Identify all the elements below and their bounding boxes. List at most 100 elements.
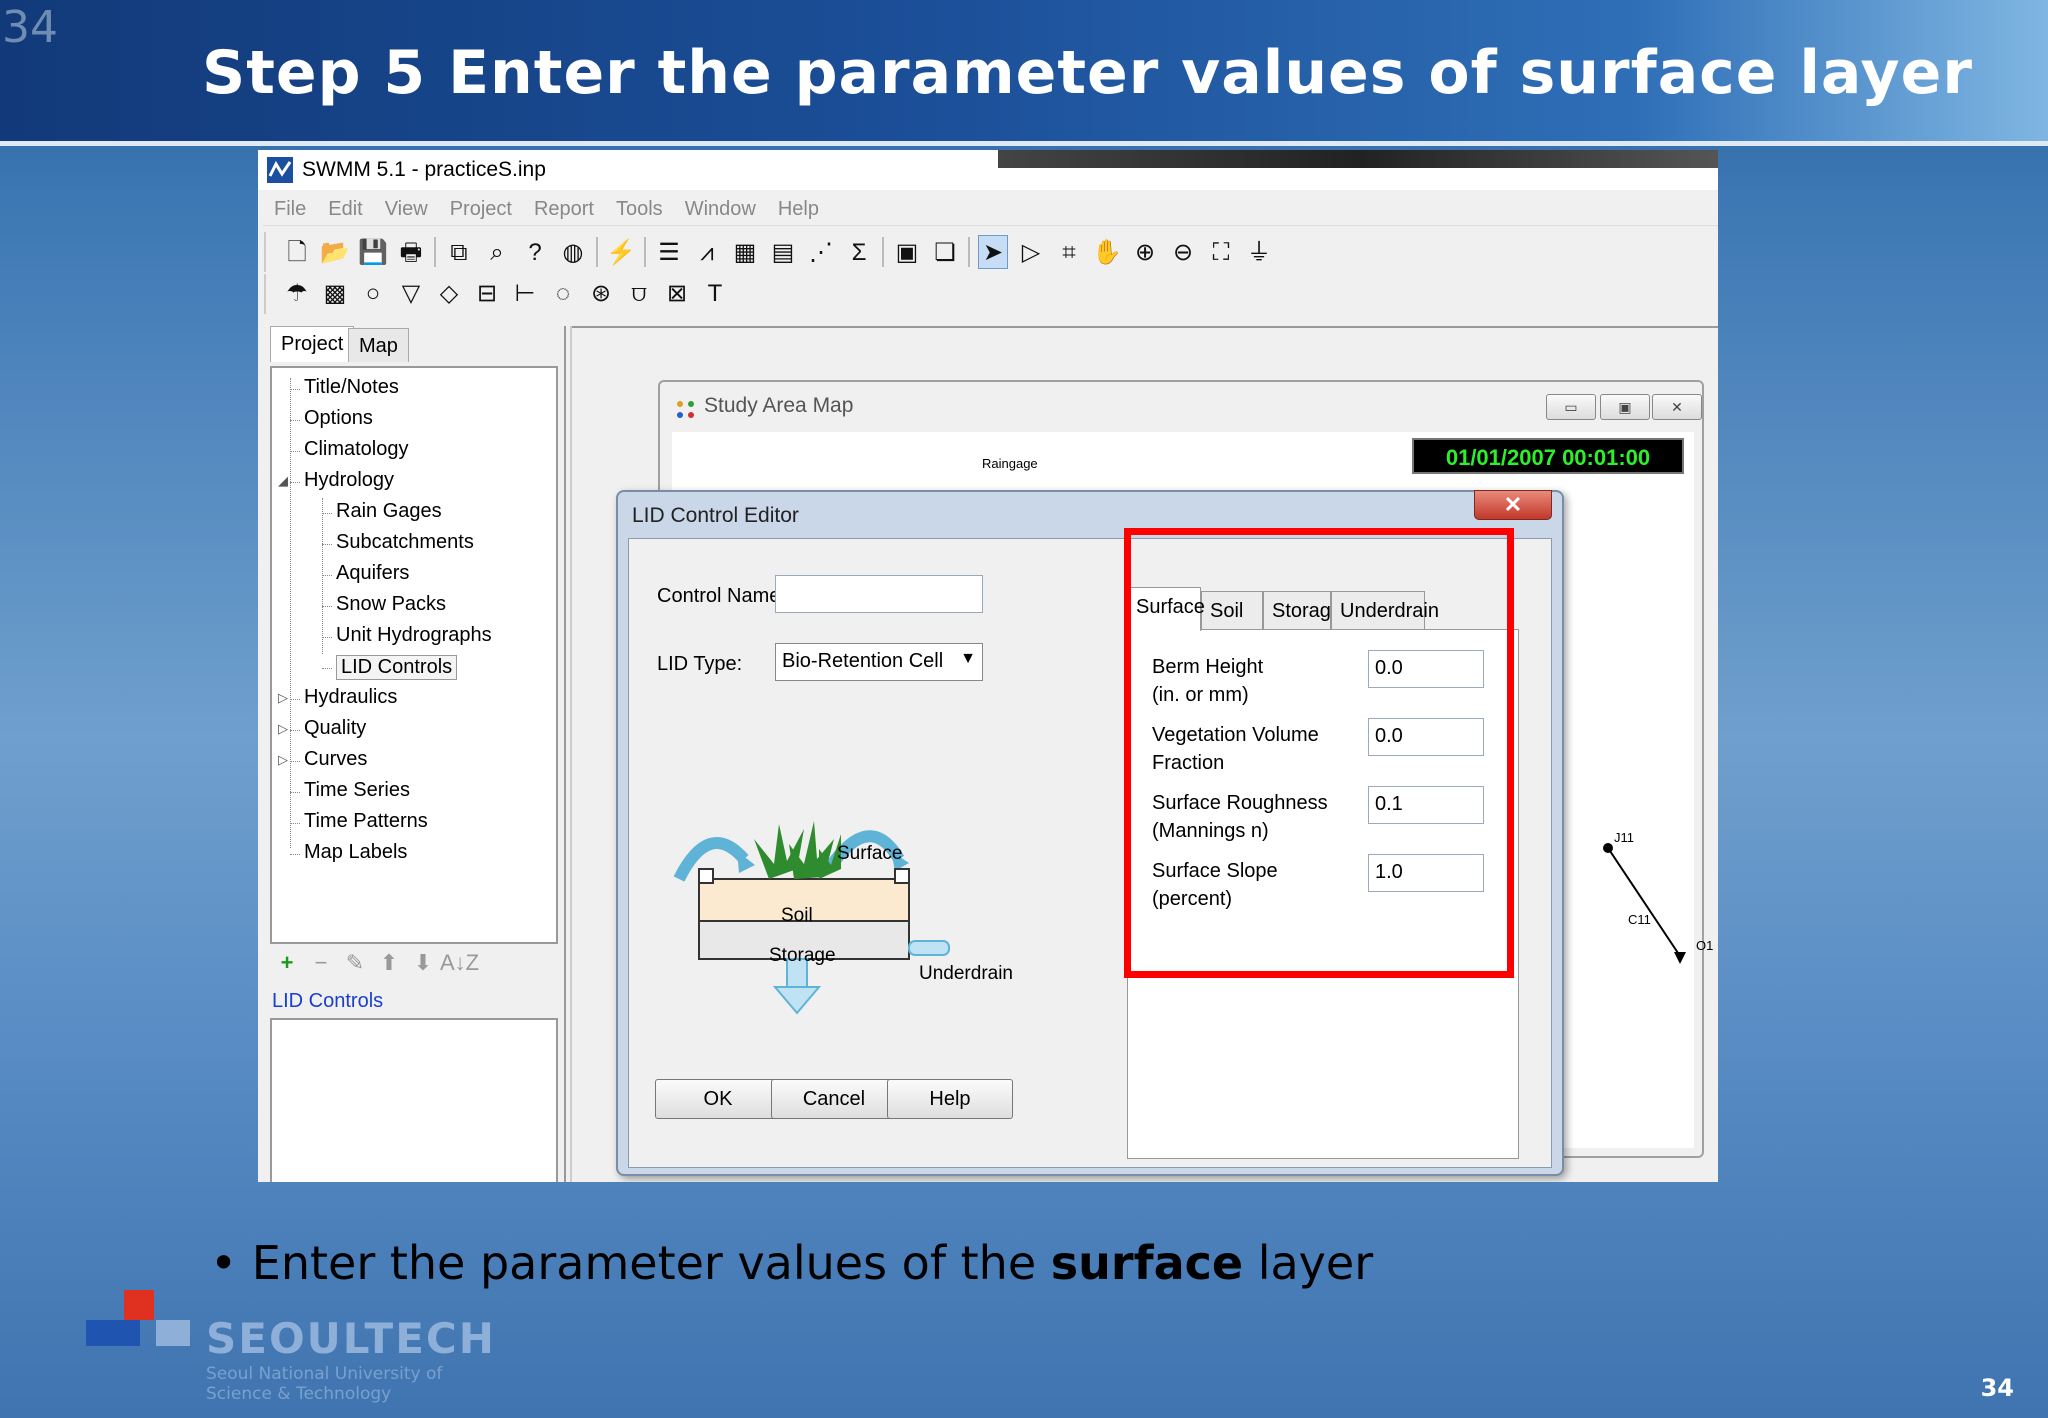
tree-item-map-labels[interactable]: Map Labels [304,841,407,864]
project-tree: Title/Notes Options Climatology Hydrology ◢ R… [270,366,558,944]
menu-file[interactable]: File [263,192,317,221]
menu-project[interactable]: Project [439,192,523,221]
close-map-button[interactable]: ✕ [1652,394,1702,420]
table-icon[interactable]: ▤ [768,236,798,270]
tab-project[interactable]: Project [270,326,355,362]
tree-item-rain-gages[interactable]: Rain Gages [336,500,442,523]
add-icon[interactable]: + [270,950,304,976]
tree-item-lid-controls[interactable]: LID Controls [336,655,458,680]
restore-icon: ▣ [1618,399,1632,415]
move-up-icon[interactable]: ⬆ [372,950,406,976]
tree-item-curves[interactable]: Curves [304,748,367,771]
storage-icon[interactable]: ⊟ [472,277,502,311]
menu-report[interactable]: Report [523,192,605,221]
expand-icon[interactable]: ▷ [278,752,288,768]
move-down-icon[interactable]: ⬇ [406,950,440,976]
tree-item-time-patterns[interactable]: Time Patterns [304,810,428,833]
divider-icon[interactable]: ◇ [434,277,464,311]
pump-icon[interactable]: ◌ [548,277,578,311]
globe-icon[interactable]: ◍ [558,236,588,270]
zoom-out-icon[interactable]: ⊖ [1168,236,1198,270]
menu-bar: File Edit View Project Report Tools Window Help [263,192,1718,226]
menu-view[interactable]: View [374,192,439,221]
tree-item-snow-packs[interactable]: Snow Packs [336,593,446,616]
full-extent-icon[interactable]: ⛶ [1206,236,1236,270]
tree-item-subcatchments[interactable]: Subcatchments [336,531,474,554]
label-icon[interactable]: T [700,277,730,311]
outlet-icon[interactable]: ⊠ [662,277,692,311]
tree-item-climatology[interactable]: Climatology [304,438,408,461]
conduit-line[interactable] [1607,847,1681,957]
dialog-close-button[interactable]: ✕ [1474,490,1552,520]
raingage-icon[interactable]: ☂ [282,277,312,311]
lid-type-value: Bio-Retention Cell [782,650,944,672]
logo-sub-line2: Science & Technology [206,1384,392,1404]
ok-button[interactable]: OK [655,1079,781,1119]
vertex-icon[interactable]: ▷ [1016,236,1046,270]
expand-icon[interactable]: ▷ [278,690,288,706]
menu-edit[interactable]: Edit [317,192,373,221]
measure-icon[interactable]: ⏚ [1244,236,1274,270]
control-name-input[interactable] [775,575,983,613]
tree-connector [322,668,332,669]
sort-icon[interactable]: A↓Z [440,950,479,976]
open-icon[interactable]: 📂 [320,236,350,270]
tree-item-title-notes[interactable]: Title/Notes [304,376,399,399]
help-button[interactable]: Help [887,1079,1013,1119]
tree-item-unit-hydrographs[interactable]: Unit Hydrographs [336,624,492,647]
junction-icon[interactable]: ○ [358,277,388,311]
page-number: 34 [1980,1374,2014,1402]
minimize-button[interactable]: ▭ [1546,394,1596,420]
titlebar-overlap [998,150,1718,168]
tree-connector [290,792,300,793]
edit-icon[interactable]: ✎ [338,950,372,976]
tree-item-hydraulics[interactable]: Hydraulics [304,686,397,709]
options-icon[interactable]: ▣ [892,236,922,270]
tree-item-hydrology[interactable]: Hydrology [304,469,394,492]
pan-icon[interactable]: ✋ [1092,236,1122,270]
save-icon[interactable]: 💾 [358,236,388,270]
tree-connector [290,389,300,390]
tree-item-aquifers[interactable]: Aquifers [336,562,409,585]
object-list[interactable] [270,1018,558,1182]
app-titlebar: SWMM 5.1 - practiceS.inp [258,150,1718,190]
conduit-icon[interactable]: ⊢ [510,277,540,311]
delete-icon[interactable]: − [304,950,338,976]
orifice-icon[interactable]: ⊛ [586,277,616,311]
cancel-button[interactable]: Cancel [771,1079,897,1119]
menu-tools[interactable]: Tools [605,192,674,221]
copy-icon[interactable]: ⧉ [444,236,474,270]
lid-type-label: LID Type: [657,653,743,675]
weir-icon[interactable]: ⩌ [624,277,654,311]
region-icon[interactable]: ⌗ [1054,236,1084,270]
menu-help[interactable]: Help [767,192,830,221]
splitter[interactable] [564,326,572,1182]
collapse-icon[interactable]: ◢ [278,473,288,489]
scatter-icon[interactable]: ⋰ [806,236,836,270]
find-icon[interactable]: ⌕ [482,236,512,270]
graph-icon[interactable]: ▦ [730,236,760,270]
tab-map[interactable]: Map [348,328,409,362]
tree-item-quality[interactable]: Quality [304,717,366,740]
select-icon[interactable]: ➤ [978,235,1008,269]
new-icon[interactable]: 🗋 [282,236,312,270]
expand-icon[interactable]: ▷ [278,721,288,737]
outfall-icon[interactable]: ▽ [396,277,426,311]
sigma-icon[interactable]: Σ [844,236,874,270]
lid-type-select[interactable]: Bio-Retention Cell ▼ [775,643,983,681]
zoom-in-icon[interactable]: ⊕ [1130,236,1160,270]
query-icon[interactable]: ? [520,236,550,270]
outfall-node[interactable] [1674,952,1686,964]
tree-item-time-series[interactable]: Time Series [304,779,410,802]
subcatchment-icon[interactable]: ▩ [320,277,350,311]
tree-item-options[interactable]: Options [304,407,373,430]
junction-node[interactable] [1603,843,1613,853]
close-icon: ✕ [1503,492,1523,517]
profile-icon[interactable]: ⩘ [692,236,722,270]
print-icon[interactable]: 🖶 [396,236,426,270]
layers-icon[interactable]: ❏ [930,236,960,270]
report-icon[interactable]: ☰ [654,236,684,270]
menu-window[interactable]: Window [674,192,767,221]
maximize-button[interactable]: ▣ [1600,394,1650,420]
run-icon[interactable]: ⚡ [606,236,636,270]
